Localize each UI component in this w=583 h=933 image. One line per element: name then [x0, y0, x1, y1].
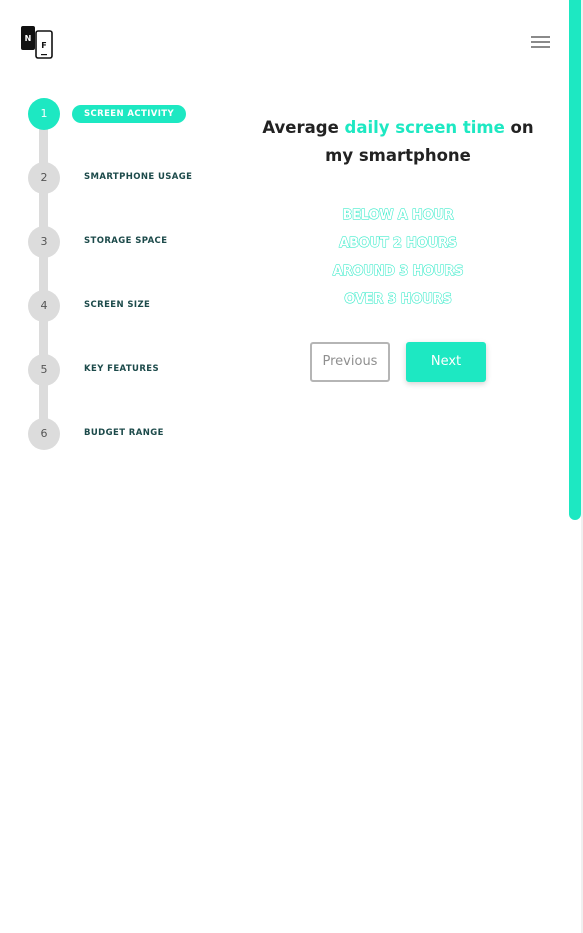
step-number: 6 [28, 418, 60, 450]
logo-phones-icon: N F [21, 26, 53, 59]
step-number: 4 [28, 290, 60, 322]
step-budget-range[interactable]: 6 BUDGET RANGE [28, 418, 228, 450]
step-screen-size[interactable]: 4 SCREEN SIZE [28, 290, 228, 322]
step-screen-activity[interactable]: 1 SCREEN ACTIVITY [28, 98, 228, 130]
option-about-2-hours[interactable]: ABOUT 2 HOURS [262, 232, 534, 260]
logo-letter-n: N [25, 34, 32, 43]
question-title: Average daily screen time on my smartpho… [262, 114, 534, 170]
step-key-features[interactable]: 5 KEY FEATURES [28, 354, 228, 386]
step-label: SCREEN SIZE [84, 300, 151, 310]
option-around-3-hours[interactable]: AROUND 3 HOURS [262, 260, 534, 288]
logo[interactable]: N F [20, 26, 54, 60]
hamburger-menu-icon[interactable] [531, 35, 551, 49]
option-over-3-hours[interactable]: OVER 3 HOURS [262, 288, 534, 316]
hamburger-bar [531, 41, 550, 43]
logo-letter-f: F [41, 41, 46, 50]
step-number: 5 [28, 354, 60, 386]
step-storage-space[interactable]: 3 STORAGE SPACE [28, 226, 228, 258]
step-number: 2 [28, 162, 60, 194]
step-smartphone-usage[interactable]: 2 SMARTPHONE USAGE [28, 162, 228, 194]
hamburger-bar [531, 46, 550, 48]
option-below-a-hour[interactable]: BELOW A HOUR [262, 204, 534, 232]
scrollbar-thumb[interactable] [569, 0, 581, 520]
step-label: KEY FEATURES [84, 364, 160, 374]
question-prefix: Average [262, 118, 345, 137]
step-label: SCREEN ACTIVITY [72, 105, 187, 123]
step-label: BUDGET RANGE [84, 428, 164, 438]
app-root: N F 1 SCREEN ACTIVITY 2 SMARTPHONE USAGE… [0, 0, 583, 933]
previous-button[interactable]: Previous [310, 342, 390, 382]
step-number: 3 [28, 226, 60, 258]
next-button[interactable]: Next [406, 342, 486, 382]
step-label: STORAGE SPACE [84, 236, 168, 246]
step-label: SMARTPHONE USAGE [84, 172, 193, 182]
answer-options: BELOW A HOUR ABOUT 2 HOURS AROUND 3 HOUR… [262, 204, 534, 316]
question-highlight: daily screen time [344, 118, 505, 137]
step-number: 1 [28, 98, 60, 130]
hamburger-bar [531, 36, 550, 38]
